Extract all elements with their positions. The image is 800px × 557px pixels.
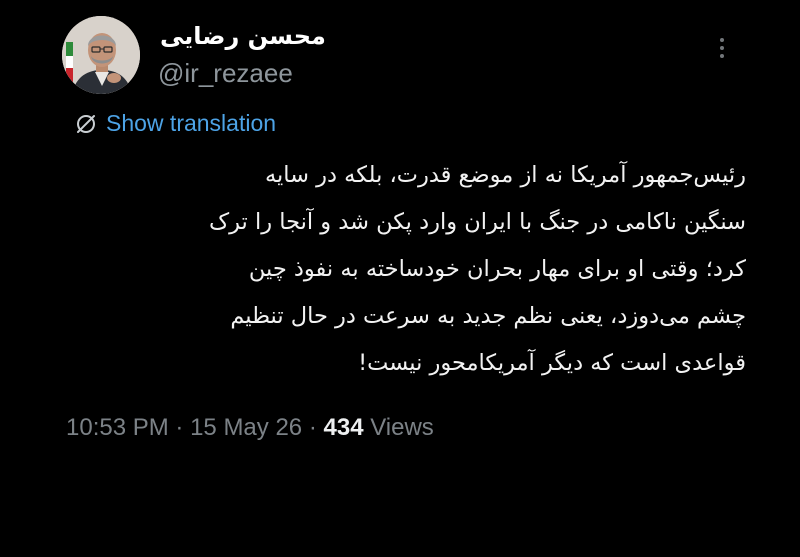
globe-slash-icon [77, 114, 95, 133]
tweet-date[interactable]: 15 May 26 [190, 414, 302, 441]
tweet-line: کرد؛ وقتی او برای مهار بحران خودساخته به… [248, 256, 746, 282]
more-vertical-icon [720, 38, 724, 42]
author-display-name[interactable]: محسن رضایی [160, 22, 326, 50]
tweet-meta: 10:53 PM · 15 May 26 · 434 Views [66, 414, 434, 442]
show-translation-button[interactable]: Show translation [74, 110, 276, 137]
views-count[interactable]: 434 [324, 414, 364, 441]
show-translation-label: Show translation [106, 110, 277, 136]
profile-photo [62, 16, 140, 94]
author-handle[interactable]: @ir_rezaee [158, 58, 293, 89]
more-vertical-icon-dot [720, 54, 724, 58]
more-vertical-icon-dot [720, 46, 724, 50]
tweet-time[interactable]: 10:53 PM [66, 414, 169, 441]
meta-separator: · [175, 414, 184, 441]
tweet-line: چشم می‌دوزد، یعنی نظم جدید به سرعت در حا… [230, 303, 746, 329]
tweet-line: رئیس‌جمهور آمریکا نه از موضع قدرت، بلکه … [264, 162, 746, 188]
avatar[interactable] [62, 16, 140, 94]
tweet-line: سنگین ناکامی در جنگ با ایران وارد پکن شد… [208, 209, 746, 235]
tweet-text: رئیس‌جمهور آمریکا نه از موضع قدرت، بلکه … [60, 152, 746, 387]
meta-separator: · [308, 414, 317, 441]
tweet-line: قواعدی است که دیگر آمریکامحور نیست! [358, 350, 746, 376]
more-options-button[interactable] [714, 38, 730, 62]
views-label: Views [370, 414, 434, 441]
